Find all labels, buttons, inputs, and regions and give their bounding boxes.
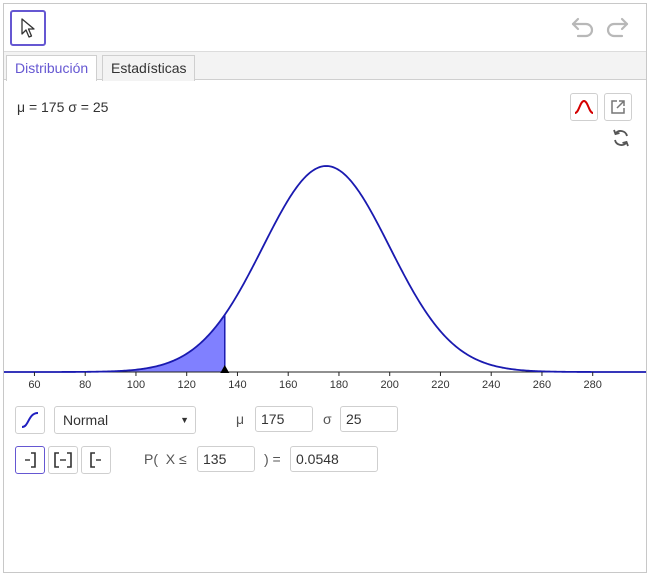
sigma-label: σ [323,411,332,427]
move-tool-button[interactable] [10,10,46,46]
pointer-arrow-icon [21,18,35,38]
probability-result: 0.0548 [290,446,378,472]
distribution-parameters-label: μ = 175 σ = 25 [17,99,109,115]
x-tick-label: 220 [431,379,449,391]
cumulative-toggle-button[interactable] [15,406,45,434]
export-button[interactable] [604,93,632,121]
x-tick-label: 140 [228,379,246,391]
toolbar [4,4,646,52]
app-frame: Distribución Estadísticas μ = 175 σ = 25… [3,3,647,573]
x-tick-label: 240 [482,379,500,391]
shaded-probability-area [4,314,225,372]
dropdown-arrow-icon: ▼ [180,415,189,425]
x-value-input[interactable]: 135 [197,446,255,472]
right-sided-interval-icon [90,452,101,468]
x-tick-label: 120 [178,379,196,391]
distribution-type-select[interactable]: Normal ▼ [54,406,196,434]
left-sided-interval-icon [25,452,36,468]
tab-bar: Distribución Estadísticas [4,52,646,81]
x-tick-label: 60 [28,379,40,391]
distribution-type-value: Normal [63,412,109,428]
x-tick-label: 100 [127,379,145,391]
tab-distribucion[interactable]: Distribución [6,55,98,81]
undo-icon[interactable] [570,16,596,38]
probability-row: P( X ≤ 135 ) = 0.0548 [4,445,646,475]
x-tick-label: 180 [330,379,348,391]
tab-estadisticas[interactable]: Estadísticas [102,55,196,81]
left-sided-button[interactable] [15,446,45,474]
redo-icon[interactable] [604,16,630,38]
mu-label: μ [236,411,245,427]
distribution-chart: 60 80 100 120 140 160 180 200 220 240 260 280 [4,165,646,391]
x-tick-label: 80 [79,379,91,391]
density-curve [4,165,646,373]
x-tick-label: 160 [279,379,297,391]
right-sided-button[interactable] [81,446,111,474]
equals-label: ) = [264,451,281,467]
interval-icon [54,452,72,468]
mu-input[interactable]: 175 [255,406,313,432]
bell-curve-icon [574,99,594,114]
distribution-row: Normal ▼ μ 175 σ 25 [4,405,646,435]
x-tick-label: 260 [533,379,551,391]
cumulative-curve-icon [21,412,39,428]
x-tick-label: 280 [584,379,602,391]
x-tick-label: 200 [381,379,399,391]
sigma-input[interactable]: 25 [340,406,398,432]
normal-overlay-button[interactable] [570,93,598,121]
export-icon [611,100,625,114]
probability-prefix: P( X ≤ [144,451,187,467]
interval-button[interactable] [48,446,78,474]
